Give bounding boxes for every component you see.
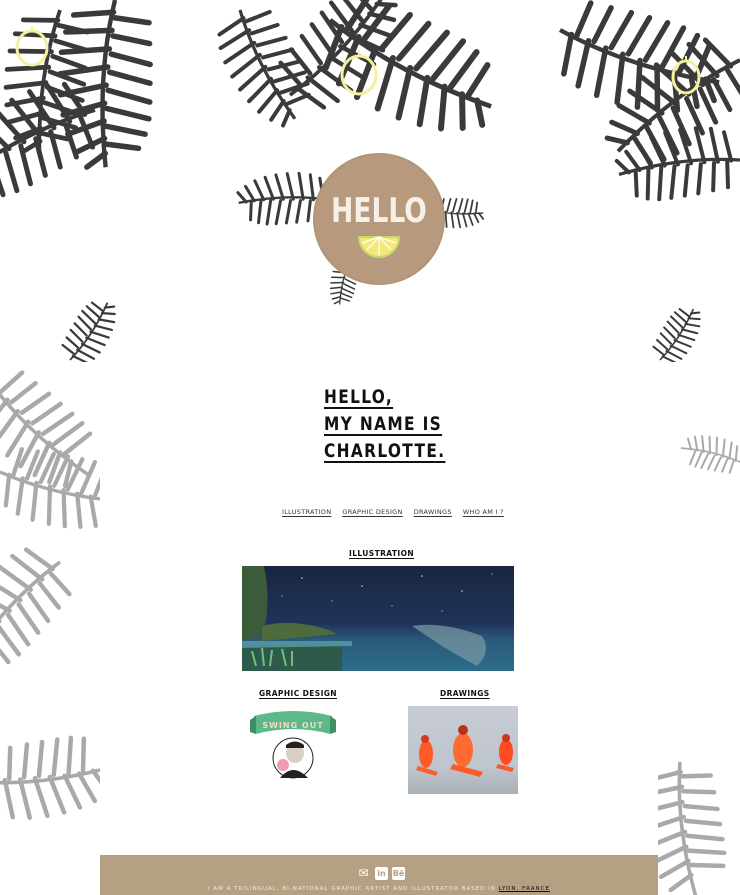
lemon-ornament-right (671, 56, 701, 95)
lemon-slice-icon (357, 236, 401, 258)
location-link[interactable]: LYON, FRANCE (499, 886, 550, 892)
banner-text: SWING OUT (262, 721, 323, 730)
behance-icon[interactable]: Bē (392, 867, 405, 880)
main-nav: ILLUSTRATION GRAPHIC DESIGN DRAWINGS WHO… (282, 508, 504, 516)
linkedin-icon[interactable]: in (375, 867, 388, 880)
night-lake-illustration (242, 566, 493, 671)
figures-painting (416, 725, 514, 777)
lemon-ornament-left (15, 26, 49, 67)
social-links: ✉ in Bē (356, 867, 405, 880)
drawings-heading[interactable]: DRAWINGS (440, 689, 490, 698)
intro-line-2: MY NAME IS (324, 413, 443, 435)
footer-bio-text: I AM A TRILINGUAL, BI-NATIONAL GRAPHIC A… (208, 886, 496, 892)
graphic-design-thumbnail[interactable]: SWING OUT (250, 710, 336, 780)
swing-out-poster: SWING OUT (250, 711, 336, 779)
illustration-thumbnail[interactable] (242, 566, 514, 671)
drawings-thumbnail[interactable] (408, 706, 518, 794)
mail-icon[interactable]: ✉ (356, 867, 371, 880)
nav-drawings[interactable]: DRAWINGS (414, 508, 452, 516)
main-content: HELLO, MY NAME IS CHARLOTTE. ILLUSTRATIO… (100, 362, 658, 855)
hero-section: HELLO (0, 0, 740, 362)
graphic-design-heading[interactable]: GRAPHIC DESIGN (259, 689, 337, 698)
hello-badge: HELLO (313, 153, 445, 285)
intro-line-3: CHARLOTTE. (324, 440, 446, 462)
intro-line-1: HELLO, (324, 386, 394, 408)
nav-illustration[interactable]: ILLUSTRATION (282, 508, 331, 516)
footer: ✉ in Bē I AM A TRILINGUAL, BI-NATIONAL G… (100, 855, 658, 895)
nav-graphic-design[interactable]: GRAPHIC DESIGN (342, 508, 402, 516)
hello-badge-text: HELLO (331, 191, 427, 231)
footer-bio: I AM A TRILINGUAL, BI-NATIONAL GRAPHIC A… (100, 886, 658, 892)
nav-who-am-i[interactable]: WHO AM I ? (463, 508, 504, 516)
illustration-heading[interactable]: ILLUSTRATION (349, 549, 414, 558)
lemon-ornament-center (340, 50, 378, 96)
intro-heading: HELLO, MY NAME IS CHARLOTTE. (324, 384, 464, 465)
